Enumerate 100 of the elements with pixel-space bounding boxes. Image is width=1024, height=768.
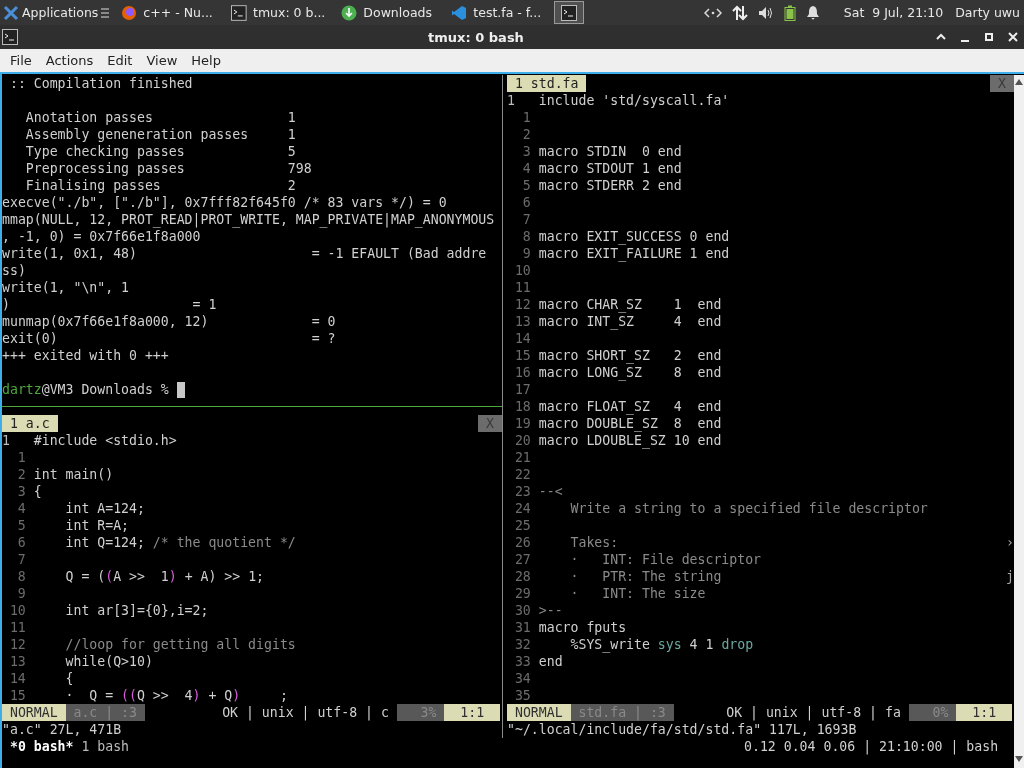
download-icon bbox=[341, 4, 358, 21]
line-number: 7 bbox=[521, 211, 531, 228]
line-number: 6 bbox=[521, 194, 531, 211]
tmux-window[interactable]: *0 bash* bbox=[9, 738, 74, 755]
comment-line: · PTR: The string bbox=[569, 568, 722, 585]
output-line: ) = 1 bbox=[2, 296, 217, 313]
close-icon[interactable] bbox=[1006, 30, 1020, 44]
line-number: 1 bbox=[521, 109, 531, 126]
code-line: macro CHAR_SZ 1 end bbox=[538, 296, 722, 313]
terminal-icon bbox=[231, 4, 247, 21]
output-line: , -1, 0) = 0x7f66e1f8a000 bbox=[2, 228, 201, 245]
status-message: "a.c" 27L, 471B bbox=[2, 721, 122, 738]
line-number: 2 bbox=[16, 466, 26, 483]
file-info: OK | unix | utf-8 | c bbox=[222, 704, 389, 721]
line-number: 10 bbox=[8, 602, 26, 619]
line-number: 31 bbox=[513, 619, 531, 636]
line-number: 8 bbox=[16, 568, 26, 585]
applications-menu-button[interactable]: Applications bbox=[0, 1, 113, 24]
line-number: 34 bbox=[513, 670, 531, 687]
code-line: Q = ((A >> 1) + A) >> 1; bbox=[64, 568, 265, 585]
tmux-window[interactable]: 1 bash bbox=[81, 738, 130, 755]
code-line: include 'std/syscall.fa' bbox=[538, 92, 730, 109]
comment-line: · INT: The size bbox=[569, 585, 706, 602]
line-number: 19 bbox=[513, 415, 531, 432]
code-line: macro SHORT_SZ 2 end bbox=[538, 347, 722, 364]
stat-label: Anotation passes bbox=[25, 109, 154, 126]
line-number: 11 bbox=[8, 619, 26, 636]
taskbar-window-button[interactable] bbox=[554, 1, 585, 24]
line-number: 4 bbox=[16, 500, 26, 517]
scrollbar[interactable] bbox=[1014, 75, 1024, 768]
comment-line: Write a string to a specified file descriptor bbox=[569, 500, 928, 517]
line-number: 35 bbox=[513, 687, 531, 704]
taskbar-window-button[interactable]: c++ - Nu... bbox=[114, 1, 223, 24]
comment-line: //loop for getting all digits bbox=[64, 636, 296, 653]
output-line: write(1, "\n", 1 bbox=[2, 279, 130, 296]
line-number: 18 bbox=[513, 398, 531, 415]
output-line: ss) bbox=[2, 262, 26, 279]
stat-label: Finalising passes bbox=[25, 177, 162, 194]
transfer-arrows-icon[interactable] bbox=[731, 4, 748, 21]
output-line: exit(0) = ? bbox=[2, 330, 336, 347]
buffer-tab[interactable]: 1 std.fa bbox=[507, 75, 587, 92]
stat-value: 2 bbox=[287, 177, 297, 194]
status-message: "~/.local/include/fa/std/std.fa" 117L, 1693B bbox=[507, 721, 857, 738]
stat-label: Assembly geneneration passes bbox=[25, 126, 250, 143]
menu-item[interactable]: Actions bbox=[38, 53, 101, 68]
line-number: 23 bbox=[513, 483, 531, 500]
user-name[interactable]: Darty uwu bbox=[955, 5, 1020, 20]
stat-value: 1 bbox=[287, 126, 297, 143]
code-line: macro fputs bbox=[538, 619, 627, 636]
overflow-mark: › bbox=[1006, 534, 1014, 551]
line-number: 14 bbox=[8, 670, 26, 687]
line-number: 9 bbox=[521, 245, 531, 262]
taskbar-window-button[interactable]: tmux: 0 b... bbox=[224, 1, 333, 24]
output-line: execve("./b", ["./b"], 0x7fff82f645f0 /* 83 vars */) = 0 bbox=[2, 194, 447, 211]
line-number: 13 bbox=[8, 653, 26, 670]
line-number: 14 bbox=[513, 330, 531, 347]
scroll-up-arrow-icon[interactable] bbox=[1015, 79, 1023, 85]
code-line: macro EXIT_SUCCESS 0 end bbox=[538, 228, 730, 245]
menu-item[interactable]: Edit bbox=[100, 53, 140, 68]
stat-value: 1 bbox=[287, 109, 297, 126]
taskbar-window-button[interactable]: test.fa - f... bbox=[444, 1, 553, 24]
code-line: int R=A; bbox=[64, 517, 130, 534]
code-line: macro STDOUT 1 end bbox=[538, 160, 682, 177]
code-line: macro DOUBLE_SZ 8 end bbox=[538, 415, 722, 432]
code-line: macro STDERR 2 end bbox=[538, 177, 682, 194]
logo-icon bbox=[3, 4, 19, 21]
line-number: 13 bbox=[513, 313, 531, 330]
line-number: 7 bbox=[16, 551, 26, 568]
code-line: macro FLOAT_SZ 4 end bbox=[538, 398, 722, 415]
menu-item[interactable]: Help bbox=[184, 53, 228, 68]
line-number: 6 bbox=[16, 534, 26, 551]
battery-icon[interactable] bbox=[783, 4, 796, 21]
line-number: 22 bbox=[513, 466, 531, 483]
line-number: 16 bbox=[513, 364, 531, 381]
scroll-down-arrow-icon[interactable] bbox=[1015, 756, 1023, 762]
buffer-tab[interactable]: 1 a.c bbox=[2, 415, 58, 432]
code-line: while(Q>10) bbox=[64, 653, 153, 670]
window-title: tmux: 0 bash bbox=[427, 29, 525, 45]
clock[interactable]: Sat 9 Jul, 21:10 bbox=[843, 5, 944, 20]
line-number: 17 bbox=[513, 381, 531, 398]
mode-indicator: NORMAL bbox=[507, 704, 571, 721]
tmux-status-info: 0.12 0.04 0.06 | 21:10:00 | bash bbox=[744, 738, 999, 755]
menu-item[interactable]: View bbox=[139, 53, 185, 68]
comment-line: --< bbox=[538, 483, 563, 500]
taskbar-window-button[interactable]: Downloads bbox=[334, 1, 443, 24]
notification-bell-icon[interactable] bbox=[805, 4, 820, 21]
cursor-position: 1:1 bbox=[956, 704, 1012, 721]
menu-icon bbox=[101, 6, 110, 19]
stat-label: Type checking passes bbox=[25, 143, 186, 160]
line-number: 28 bbox=[513, 568, 531, 585]
terminal-icon bbox=[2, 29, 18, 45]
stat-value: 5 bbox=[287, 143, 297, 160]
text-cursor bbox=[176, 381, 185, 398]
line-number: 30 bbox=[513, 602, 531, 619]
line-number: 1 bbox=[507, 92, 516, 109]
maximize-icon[interactable] bbox=[982, 30, 996, 44]
line-number: 24 bbox=[513, 500, 531, 517]
line-number: 15 bbox=[513, 347, 531, 364]
menu-item[interactable]: File bbox=[3, 53, 39, 68]
stat-label: Preprocessing passes bbox=[25, 160, 186, 177]
